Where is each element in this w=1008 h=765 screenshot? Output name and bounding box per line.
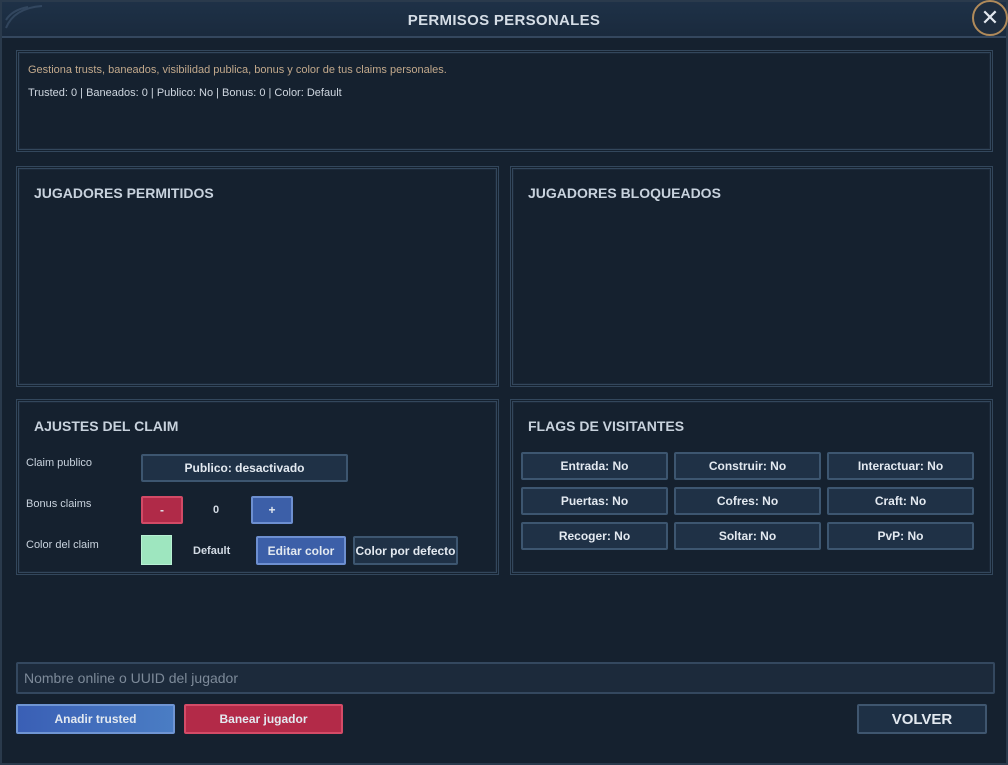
permissions-window: PERMISOS PERSONALES ✕ Gestiona trusts, b… <box>0 0 1008 765</box>
info-summary: Trusted: 0 | Baneados: 0 | Publico: No |… <box>28 87 342 99</box>
default-color-button[interactable]: Color por defecto <box>353 536 458 565</box>
claim-settings-title: AJUSTES DEL CLAIM <box>34 418 179 434</box>
flag-cofres-button[interactable]: Cofres: No <box>674 487 821 515</box>
player-name-input[interactable] <box>16 662 995 694</box>
close-button[interactable]: ✕ <box>972 0 1008 36</box>
color-swatch <box>141 535 172 565</box>
allowed-players-panel: JUGADORES PERMITIDOS <box>16 166 499 387</box>
blocked-players-title: JUGADORES BLOQUEADOS <box>528 185 721 201</box>
bonus-claims-label: Bonus claims <box>26 498 92 510</box>
flag-puertas-button[interactable]: Puertas: No <box>521 487 668 515</box>
blocked-players-panel: JUGADORES BLOQUEADOS <box>510 166 993 387</box>
info-panel: Gestiona trusts, baneados, visibilidad p… <box>16 50 993 152</box>
ban-player-button[interactable]: Banear jugador <box>184 704 343 734</box>
bonus-value: 0 <box>213 504 220 516</box>
back-button[interactable]: VOLVER <box>857 704 987 734</box>
add-trusted-button[interactable]: Anadir trusted <box>16 704 175 734</box>
flag-soltar-button[interactable]: Soltar: No <box>674 522 821 550</box>
allowed-players-title: JUGADORES PERMITIDOS <box>34 185 214 201</box>
flag-craft-button[interactable]: Craft: No <box>827 487 974 515</box>
info-description: Gestiona trusts, baneados, visibilidad p… <box>28 64 447 76</box>
bonus-increase-button[interactable]: + <box>251 496 293 524</box>
flag-interactuar-button[interactable]: Interactuar: No <box>827 452 974 480</box>
claim-public-label: Claim publico <box>26 457 93 469</box>
claim-color-label: Color del claim <box>26 539 99 551</box>
public-toggle-button[interactable]: Publico: desactivado <box>141 454 348 482</box>
color-name: Default <box>193 545 231 557</box>
edit-color-button[interactable]: Editar color <box>256 536 346 565</box>
visitor-flags-panel: FLAGS DE VISITANTES Entrada: No Construi… <box>510 399 993 575</box>
bonus-decrease-button[interactable]: - <box>141 496 183 524</box>
visitor-flags-title: FLAGS DE VISITANTES <box>528 418 685 434</box>
window-title: PERMISOS PERSONALES <box>407 12 601 29</box>
flag-pvp-button[interactable]: PvP: No <box>827 522 974 550</box>
close-icon: ✕ <box>980 5 1000 30</box>
flag-recoger-button[interactable]: Recoger: No <box>521 522 668 550</box>
flag-entrada-button[interactable]: Entrada: No <box>521 452 668 480</box>
flag-construir-button[interactable]: Construir: No <box>674 452 821 480</box>
title-bar: PERMISOS PERSONALES <box>2 2 1006 38</box>
claim-settings-panel: AJUSTES DEL CLAIM Claim publico Publico:… <box>16 399 499 575</box>
